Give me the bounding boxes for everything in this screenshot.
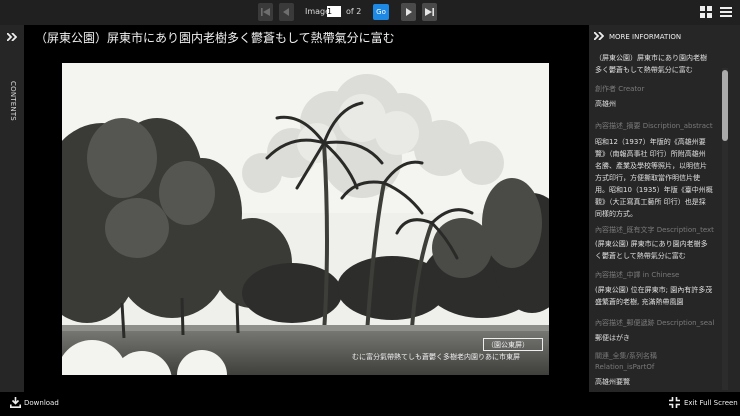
- photo-stamp-text: （園公東屏）: [487, 341, 529, 349]
- meta-value-relation: 高雄州要覽: [595, 378, 630, 386]
- meta-title-line-1: （屏東公園）屏東市にあり園内老樹: [595, 54, 707, 62]
- meta-value-chinese-1: (屏東公園) 位在屏東市; 園內有許多茂: [595, 286, 713, 294]
- meta-label-creator: 創作者 Creator: [595, 85, 645, 93]
- meta-value-seal: 郵便はがき: [595, 334, 630, 342]
- meta-value-abstract-2: 覽》（南報高事社 印行）所附高雄州: [595, 150, 706, 158]
- download-icon[interactable]: [10, 397, 21, 408]
- meta-label-text: 內容描述_既有文字 Description_text: [595, 226, 714, 234]
- meta-value-text-1: (屏東公園) 屏東市にあり園内老樹多: [595, 240, 708, 248]
- previous-page-button[interactable]: [279, 3, 294, 21]
- play-forward-icon: [406, 8, 412, 16]
- page-number-input[interactable]: [327, 6, 341, 17]
- meta-label-seal: 內容描述_郵便遞跡 Description_seal: [595, 319, 715, 327]
- meta-label-relation-en: Relation_isPartOf: [595, 363, 655, 371]
- meta-value-abstract-5: 用。昭和10（1935）年版《臺中州概: [595, 186, 713, 194]
- page-title: （屏東公園）屏東市にあり園内老樹多く鬱蒼もして熱帶氣分に富む: [35, 31, 395, 45]
- double-chevron-right-icon[interactable]: [594, 32, 604, 40]
- meta-value-abstract-7: 同樣的方式。: [595, 210, 637, 218]
- photo-stamp: （園公東屏）: [483, 338, 543, 351]
- meta-value-abstract-4: 方式印行，方便撕取當作明信片使: [595, 174, 700, 182]
- skip-forward-icon: [425, 8, 434, 16]
- scrollbar-thumb[interactable]: [722, 70, 728, 141]
- meta-value-abstract-1: 昭和12（1937）年版的《高雄州要: [595, 138, 706, 146]
- last-page-button[interactable]: [422, 3, 437, 21]
- meta-value-chinese-2: 盛繁蒼的老樹, 充滿熱帶風園: [595, 298, 684, 306]
- contents-label: CONTENTS: [9, 81, 17, 121]
- next-page-button[interactable]: [401, 3, 416, 21]
- info-panel: MORE INFORMATION （屏東公園）屏東市にあり園内老樹 多く鬱蒼もし…: [589, 25, 740, 392]
- info-panel-header[interactable]: MORE INFORMATION: [589, 25, 740, 49]
- meta-label-chinese: 內容描述_中譯 in Chinese: [595, 271, 680, 279]
- meta-title-line-2: 多く鬱蒼もして熱帶氣分に富む: [595, 66, 693, 74]
- metadata-list[interactable]: （屏東公園）屏東市にあり園内老樹 多く鬱蒼もして熱帶氣分に富む 創作者 Crea…: [589, 50, 740, 392]
- meta-value-creator: 高雄州: [595, 100, 616, 108]
- top-toolbar: Image of 2 Go: [0, 0, 740, 25]
- info-panel-title: MORE INFORMATION: [609, 33, 682, 41]
- meta-label-abstract: 內容描述_摘要 Discription_abstract: [595, 122, 713, 130]
- exit-fullscreen-button[interactable]: Exit Full Screen: [684, 399, 738, 407]
- meta-value-abstract-3: 名勝、產業及學校等照片，以明信片: [595, 162, 707, 170]
- play-back-icon: [283, 8, 289, 16]
- photo-caption: むに富分氣帶熱てしも蒼鬱く多樹老内園りあに市東屏: [352, 353, 520, 361]
- page-count-label: of 2: [346, 7, 362, 16]
- meta-value-text-2: く鬱蒼として熱帶氣分に富む: [595, 252, 686, 260]
- download-button[interactable]: Download: [24, 399, 59, 407]
- double-chevron-right-icon[interactable]: [7, 33, 17, 41]
- skip-back-icon: [261, 8, 270, 16]
- first-page-button[interactable]: [258, 3, 273, 21]
- exit-fullscreen-icon[interactable]: [669, 397, 680, 408]
- grid-view-icon[interactable]: [700, 6, 712, 18]
- contents-sidebar[interactable]: CONTENTS: [0, 25, 24, 392]
- go-button[interactable]: Go: [373, 4, 389, 20]
- postcard-photo[interactable]: [62, 63, 549, 375]
- menu-icon[interactable]: [720, 6, 732, 18]
- bottom-toolbar: Download Exit Full Screen: [0, 392, 740, 416]
- meta-value-abstract-6: 觀》（大正寫真工藝所 印行）也是採: [595, 198, 706, 206]
